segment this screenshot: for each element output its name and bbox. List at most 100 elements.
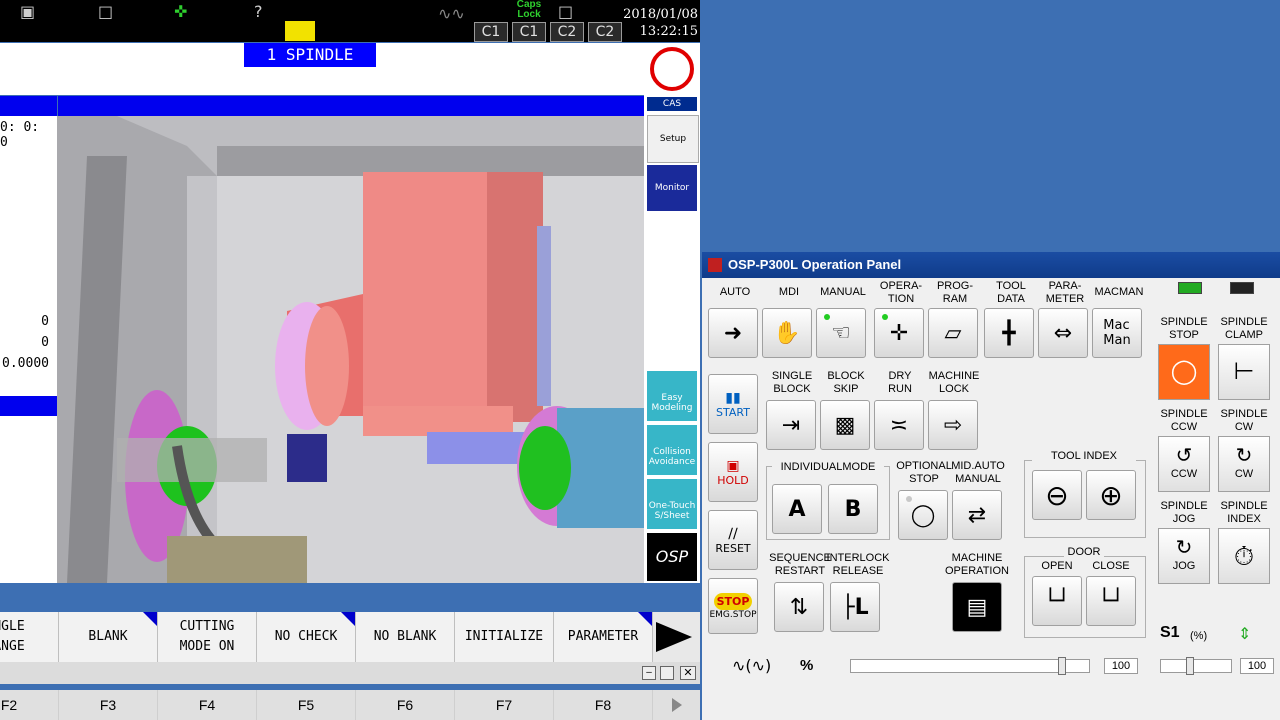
fnum-f4: F4	[158, 690, 257, 720]
fkey-1-label: NGLE ANGE	[0, 619, 25, 654]
block-skip-icon: ▩	[834, 412, 856, 438]
mode-label-auto: AUTO	[719, 286, 751, 298]
spindle-index-button[interactable]: ⏱	[1218, 528, 1270, 584]
machine-operation-icon: ▤	[966, 594, 988, 620]
axis-icon[interactable]: ✜	[174, 2, 187, 21]
dry-run-label: DRY RUN	[888, 370, 912, 395]
optional-stop-label: OPTIONAL STOP	[896, 460, 952, 485]
mode-b-button[interactable]: B	[828, 484, 878, 534]
load-meter-icon	[284, 20, 316, 42]
emg-stop-label: EMG.STOP	[709, 609, 757, 620]
tool-index-plus-button[interactable]: ⊕	[1086, 470, 1136, 520]
door-open-button[interactable]: └┘	[1032, 576, 1082, 626]
machine-lock-icon: ⇨	[943, 412, 963, 438]
spindle-cw-button[interactable]: ↻ CW	[1218, 436, 1270, 492]
close-icon[interactable]: ✕	[680, 666, 696, 680]
feed-override-thumb[interactable]	[1058, 657, 1066, 675]
mode-label-macman: MACMAN	[1094, 286, 1144, 298]
spindle-jog-button[interactable]: ↻ JOG	[1158, 528, 1210, 584]
flag-icon	[638, 612, 652, 626]
setup-button[interactable]: Setup	[647, 115, 699, 163]
spindle-stop-label: SPINDLE STOP	[1160, 316, 1208, 341]
hold-icon: ▣	[726, 457, 740, 474]
fnum-f7: F7	[455, 690, 554, 720]
mdi-mode-button[interactable]: ✋	[762, 308, 812, 358]
mode-a-button[interactable]: A	[772, 484, 822, 534]
machine-lock-button[interactable]: ⇨	[928, 400, 978, 450]
machine-operation-button[interactable]: ▤	[952, 582, 1002, 632]
spindle-override-thumb[interactable]	[1186, 657, 1194, 675]
emergency-stop-button[interactable]: STOP EMG.STOP	[708, 578, 758, 634]
block-skip-button[interactable]: ▩	[820, 400, 870, 450]
sequence-restart-button[interactable]: ⇅	[774, 582, 824, 632]
spindle-cw-label: SPINDLE CW	[1220, 408, 1268, 433]
tool-data-mode-button[interactable]: ╋	[984, 308, 1034, 358]
fkey-initialize-label: INITIALIZE	[464, 629, 544, 644]
door-close-label: CLOSE	[1092, 560, 1130, 572]
feed-override-icon: ∿(∿)	[732, 656, 772, 675]
operation-panel: OSP-P300L Operation Panel AUTO MDI MANUA…	[702, 252, 1280, 720]
spindle-stop-button[interactable]: ◯	[1158, 344, 1210, 400]
hold-button[interactable]: ▣ HOLD	[708, 442, 758, 502]
spindle-ccw-button[interactable]: ↺ CCW	[1158, 436, 1210, 492]
manual-mode-led	[824, 314, 830, 320]
c1-indicator-b: C1	[512, 22, 546, 42]
help-icon[interactable]: ?	[254, 2, 263, 21]
minus-circle-icon: ⊖	[1045, 478, 1069, 512]
auto-mode-button[interactable]: ➜	[708, 308, 758, 358]
mid-auto-manual-button[interactable]: ⇄	[952, 490, 1002, 540]
s1-label: S1	[1160, 624, 1180, 641]
sequence-restart-label: SEQUENCE RESTART	[769, 552, 831, 577]
tool-index-minus-button[interactable]: ⊖	[1032, 470, 1082, 520]
reset-button[interactable]: ∕∕ RESET	[708, 510, 758, 570]
fkey-no-blank[interactable]: NO BLANK	[356, 612, 455, 662]
collision-avoidance-button[interactable]: Collision Avoidance	[647, 425, 697, 475]
monitor-button[interactable]: Monitor	[647, 165, 697, 211]
fkey-blank[interactable]: BLANK	[59, 612, 158, 662]
machine-scene-graphic	[57, 116, 644, 583]
door-close-button[interactable]: └┘	[1086, 576, 1136, 626]
spindle-up-down-icon[interactable]: ⇕	[1238, 624, 1251, 644]
interlock-release-icon: ├L	[841, 594, 869, 620]
dry-run-button[interactable]: ≍	[874, 400, 924, 450]
hold-label: HOLD	[717, 473, 749, 487]
single-block-button[interactable]: ⇥	[766, 400, 816, 450]
individual-mode-label: INDIVIDUALMODE	[772, 461, 884, 474]
feed-override-slider[interactable]	[850, 657, 1090, 675]
machine-3d-view[interactable]	[57, 116, 644, 583]
camera-icon[interactable]: ▣	[20, 2, 35, 21]
parameter-mode-button[interactable]: ⇔	[1038, 308, 1088, 358]
start-button[interactable]: ▮▮ START	[708, 374, 758, 434]
letter-b-icon: B	[844, 496, 862, 522]
easy-modeling-button[interactable]: Easy Modeling	[647, 371, 697, 421]
machine-lock-label: MACHINE LOCK	[928, 370, 980, 395]
left-header-bar	[0, 96, 57, 116]
info-divider-bar	[0, 396, 57, 416]
next-page-arrow-icon[interactable]	[656, 622, 692, 652]
spindle-index-icon: ⏱	[1233, 541, 1255, 571]
collision-warning-icon[interactable]	[650, 47, 694, 91]
osp-logo[interactable]: OSP	[647, 533, 697, 581]
minimize-icon[interactable]: –	[642, 666, 656, 680]
fkey-parameter[interactable]: PARAMETER	[554, 612, 653, 662]
fkey-no-check[interactable]: NO CHECK	[257, 612, 356, 662]
macman-mode-button[interactable]: Mac Man	[1092, 308, 1142, 358]
display-icon[interactable]: □	[98, 2, 113, 21]
stop-label: STOP	[713, 592, 753, 610]
interlock-release-button[interactable]: ├L	[830, 582, 880, 632]
fkey-initialize[interactable]: INITIALIZE	[455, 612, 554, 662]
cw-icon: ↻	[1235, 445, 1253, 467]
fkey-1[interactable]: NGLE ANGE	[0, 612, 59, 662]
spindle-override-slider[interactable]	[1160, 657, 1232, 675]
panel-title-bar: OSP-P300L Operation Panel	[702, 252, 1280, 278]
maximize-icon[interactable]	[660, 666, 674, 680]
fkey-cutting-mode[interactable]: CUTTING MODE ON	[158, 612, 257, 662]
arrow-right-icon: ➜	[723, 320, 743, 346]
one-touch-button[interactable]: One-Touch S/Sheet	[647, 479, 697, 529]
play-icon[interactable]	[672, 698, 682, 712]
optional-stop-led	[906, 496, 912, 502]
value-3: 0.0000	[2, 356, 49, 371]
program-mode-button[interactable]: ▱	[928, 308, 978, 358]
spindle-clamp-button[interactable]: ⊢	[1218, 344, 1270, 400]
mode-label-manual: MANUAL	[820, 286, 866, 298]
